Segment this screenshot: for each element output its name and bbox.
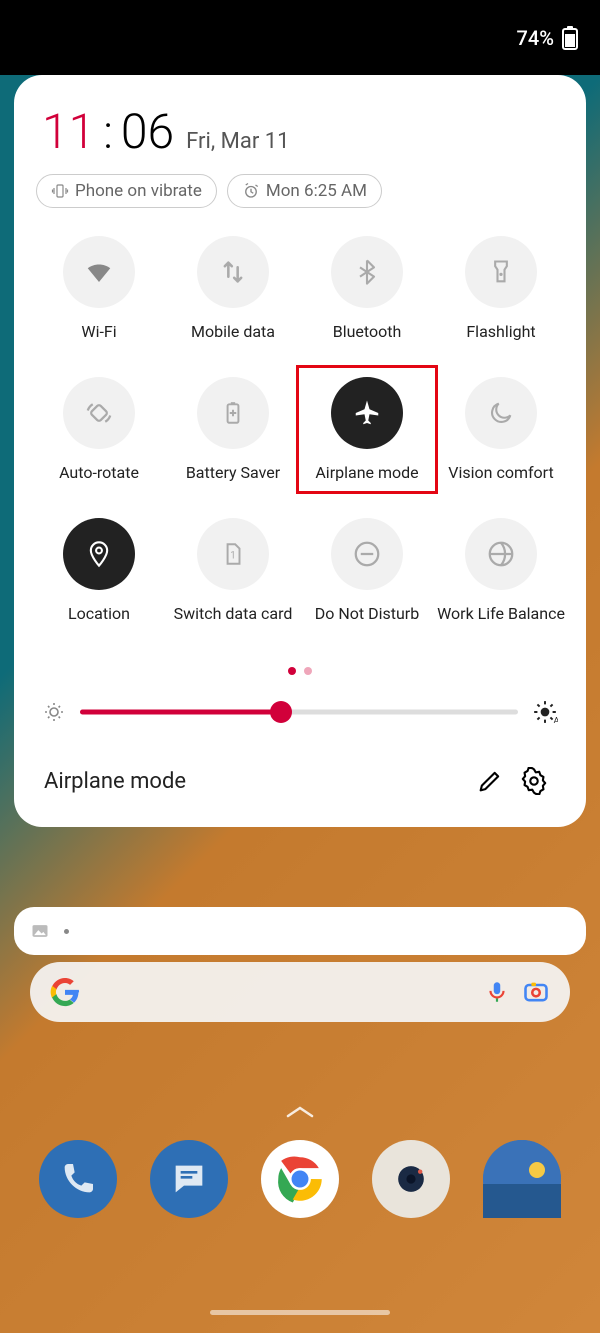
tile-flashlight-label: Flashlight (466, 322, 535, 341)
alarm-clock-icon (242, 182, 260, 200)
image-icon (30, 921, 50, 941)
auto-brightness-icon[interactable]: A (532, 699, 558, 725)
page-dot (304, 667, 312, 675)
page-dot-active (288, 667, 296, 675)
tile-do-not-disturb-label: Do Not Disturb (315, 604, 419, 623)
tile-wifi[interactable]: Wi-Fi (32, 236, 166, 341)
app-dock (0, 1140, 600, 1218)
edit-tiles-button[interactable] (468, 759, 512, 803)
clock-date: Fri, Mar 11 (186, 129, 289, 154)
wifi-icon (84, 257, 114, 287)
moon-icon (487, 399, 515, 427)
battery-percent: 74% (517, 26, 554, 50)
page-indicator (32, 631, 568, 689)
chip-alarm-label: Mon 6:25 AM (266, 181, 367, 201)
tile-switch-data-card[interactable]: 1 Switch data card (166, 518, 300, 623)
brightness-slider[interactable] (80, 702, 518, 722)
tile-battery-saver[interactable]: Battery Saver (166, 377, 300, 482)
tile-vision-comfort[interactable]: Vision comfort (434, 377, 568, 482)
status-bar: 74% (0, 0, 600, 75)
clock-hours: 11 (42, 103, 95, 160)
expand-arrow-icon[interactable] (284, 1102, 316, 1122)
tile-battery-saver-label: Battery Saver (186, 463, 280, 482)
svg-text:1: 1 (230, 550, 235, 561)
gallery-icon (483, 1140, 561, 1218)
messages-icon (169, 1159, 209, 1199)
settings-button[interactable] (512, 759, 556, 803)
notification-dot (64, 929, 69, 934)
svg-text:A: A (554, 716, 558, 725)
chrome-icon (271, 1150, 329, 1208)
home-indicator[interactable] (210, 1310, 390, 1315)
camera-app-icon (389, 1157, 433, 1201)
chip-row: Phone on vibrate Mon 6:25 AM (32, 174, 568, 226)
location-pin-icon (85, 540, 113, 568)
tile-flashlight[interactable]: Flashlight (434, 236, 568, 341)
notification-strip[interactable] (14, 907, 586, 955)
clock-separator: : (103, 106, 113, 160)
vibrate-icon (51, 182, 69, 200)
messages-app[interactable] (150, 1140, 228, 1218)
tile-work-life-balance[interactable]: Work Life Balance (434, 518, 568, 623)
tile-bluetooth-label: Bluetooth (333, 322, 402, 341)
google-logo-icon (50, 977, 80, 1007)
footer-label: Airplane mode (44, 769, 468, 794)
tile-mobile-data[interactable]: Mobile data (166, 236, 300, 341)
tile-wifi-label: Wi-Fi (81, 322, 116, 341)
camera-icon[interactable] (522, 978, 550, 1006)
brightness-row: A (32, 689, 568, 747)
battery-saver-icon (220, 400, 246, 426)
camera-app[interactable] (372, 1140, 450, 1218)
tile-do-not-disturb[interactable]: Do Not Disturb (300, 518, 434, 623)
tile-work-life-balance-label: Work Life Balance (437, 604, 565, 623)
tile-bluetooth[interactable]: Bluetooth (300, 236, 434, 341)
sim-card-icon: 1 (220, 541, 246, 567)
auto-rotate-icon (84, 398, 114, 428)
panel-footer: Airplane mode (32, 747, 568, 809)
do-not-disturb-icon (352, 539, 382, 569)
highlight-box-airplane (296, 365, 438, 494)
flashlight-icon (487, 258, 515, 286)
clock-minutes: 06 (121, 103, 174, 160)
chip-alarm[interactable]: Mon 6:25 AM (227, 174, 382, 208)
chrome-app[interactable] (261, 1140, 339, 1218)
phone-icon (58, 1159, 98, 1199)
tile-vision-comfort-label: Vision comfort (448, 463, 553, 482)
clock-row: 11 : 06 Fri, Mar 11 (32, 99, 568, 174)
tile-auto-rotate[interactable]: Auto-rotate (32, 377, 166, 482)
google-search-bar[interactable] (30, 962, 570, 1022)
tile-auto-rotate-label: Auto-rotate (59, 463, 139, 482)
phone-app[interactable] (39, 1140, 117, 1218)
gear-icon (520, 767, 548, 795)
mic-icon[interactable] (484, 979, 510, 1005)
gallery-app[interactable] (483, 1140, 561, 1218)
tile-switch-data-card-label: Switch data card (174, 604, 293, 623)
tile-location-label: Location (68, 604, 130, 623)
mobile-data-icon (219, 258, 247, 286)
tile-location[interactable]: Location (32, 518, 166, 623)
pencil-icon (476, 767, 504, 795)
tile-mobile-data-label: Mobile data (191, 322, 275, 341)
chip-vibrate-label: Phone on vibrate (75, 181, 202, 201)
brightness-low-icon (42, 700, 66, 724)
chip-vibrate[interactable]: Phone on vibrate (36, 174, 217, 208)
bluetooth-icon (353, 258, 381, 286)
globe-icon (486, 539, 516, 569)
battery-icon (562, 26, 578, 50)
